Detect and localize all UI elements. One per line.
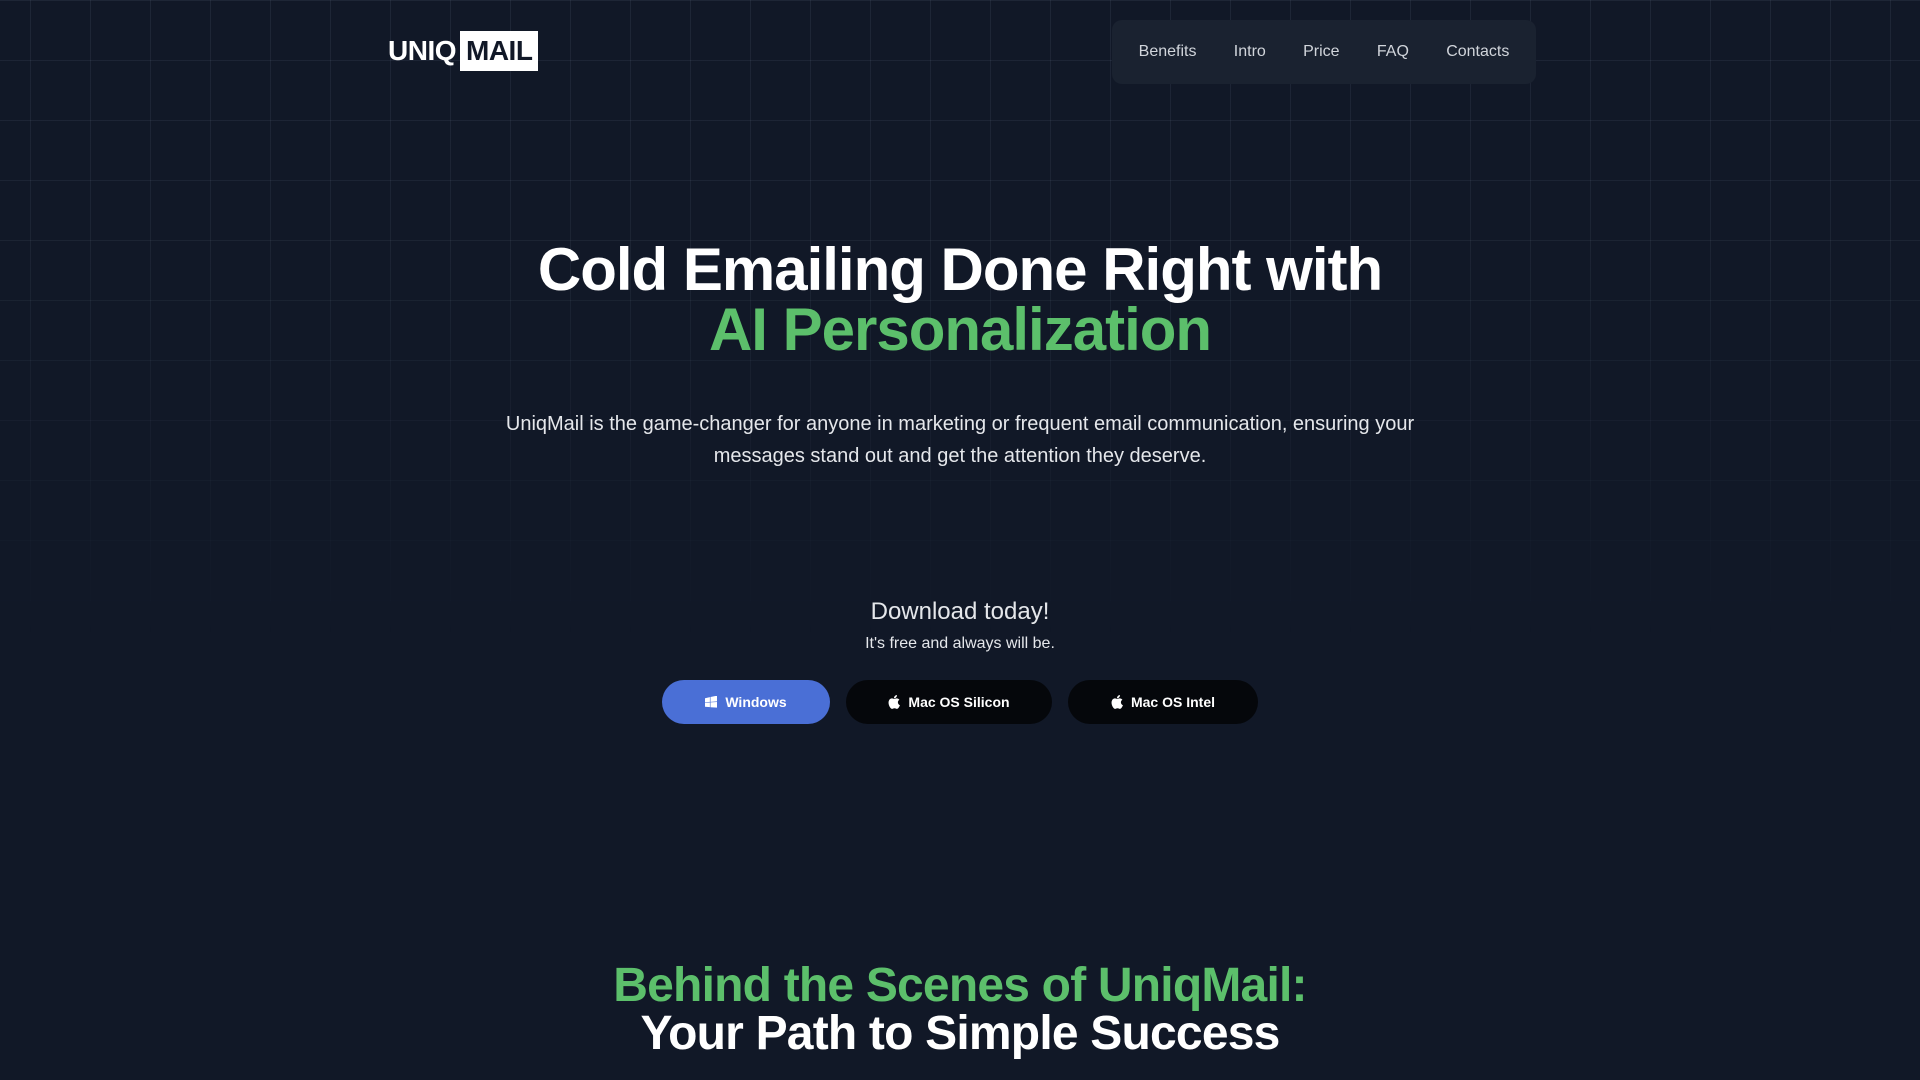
hero-description: UniqMail is the game-changer for anyone … [505, 413, 1415, 467]
apple-icon [1111, 695, 1123, 709]
download-mac-intel-button[interactable]: Mac OS Intel [1068, 680, 1258, 724]
download-subtitle: It's free and always will be. [865, 635, 1055, 652]
behind-scenes-title: Behind the Scenes of UniqMail: Your Path… [0, 962, 1920, 1058]
behind-scenes-title-line1: Behind the Scenes of UniqMail: [613, 959, 1307, 1012]
uniqmail-logo[interactable]: UNIQ MAIL [388, 31, 539, 71]
behind-scenes-title-line2: Your Path to Simple Success [640, 1007, 1280, 1060]
main-nav: Benefits Intro Price FAQ Contacts [1112, 20, 1536, 84]
nav-item-price[interactable]: Price [1291, 35, 1351, 69]
landing-page: UNIQ MAIL Benefits Intro Price FAQ Conta… [0, 0, 1920, 1080]
download-mac-silicon-label: Mac OS Silicon [908, 694, 1010, 710]
nav-item-faq[interactable]: FAQ [1365, 35, 1421, 69]
site-header: UNIQ MAIL Benefits Intro Price FAQ Conta… [388, 20, 1536, 84]
download-mac-silicon-button[interactable]: Mac OS Silicon [846, 680, 1052, 724]
hero-title: Cold Emailing Done Right with AI Persona… [0, 240, 1920, 360]
nav-item-contacts[interactable]: Contacts [1434, 35, 1521, 69]
hero-title-line2: AI Personalization [708, 296, 1212, 363]
logo-text-uniq: UNIQ [388, 35, 457, 66]
logo-text-mail: MAIL [460, 31, 539, 71]
nav-item-benefits[interactable]: Benefits [1127, 35, 1209, 69]
behind-scenes-section: Behind the Scenes of UniqMail: Your Path… [0, 962, 1920, 1058]
hero-title-line1: Cold Emailing Done Right with [537, 236, 1383, 303]
download-windows-button[interactable]: Windows [662, 680, 830, 724]
download-windows-label: Windows [725, 694, 787, 710]
download-title: Download today! [870, 598, 1050, 625]
download-buttons: Windows Mac OS Silicon Mac OS Intel [0, 680, 1920, 724]
hero-section: Cold Emailing Done Right with AI Persona… [0, 240, 1920, 472]
download-mac-intel-label: Mac OS Intel [1130, 694, 1216, 710]
download-section: Download today! It's free and always wil… [0, 596, 1920, 724]
nav-item-intro[interactable]: Intro [1222, 35, 1278, 69]
windows-icon [705, 696, 718, 708]
apple-icon [888, 695, 901, 709]
